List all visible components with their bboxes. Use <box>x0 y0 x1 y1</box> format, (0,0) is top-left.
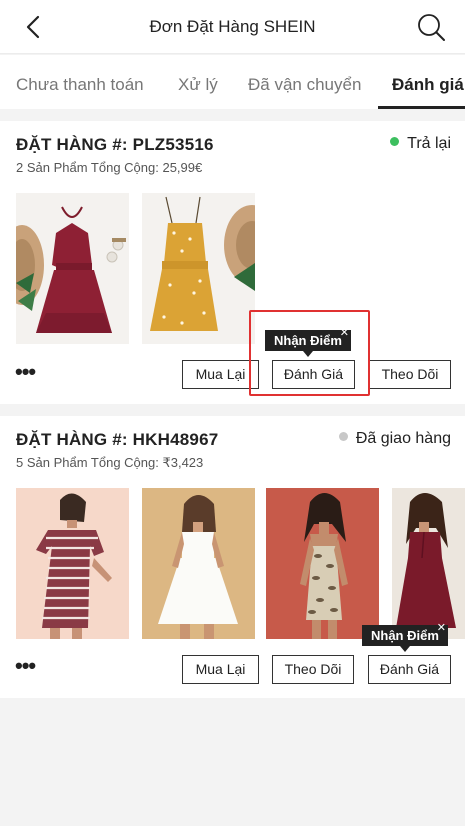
status-label: Đã giao hàng <box>355 430 451 447</box>
order-summary: 2 Sản Phẩm Tổng Cộng: 25,99€ <box>16 160 203 175</box>
rebuy-button[interactable]: Mua Lại <box>182 655 259 684</box>
order-status-tabs: Chưa thanh toán Xử lý Đã vận chuyển Đánh… <box>0 55 465 109</box>
page-title: Đơn Đặt Hàng SHEIN <box>149 17 316 36</box>
tab-processing[interactable]: Xử lý <box>178 75 218 95</box>
order-summary: 5 Sản Phẩm Tổng Cộng: ₹3,423 <box>16 455 204 470</box>
ellipsis-icon[interactable]: ••• <box>15 361 36 383</box>
order-card[interactable]: ĐẶT HÀNG #: HKH48967 5 Sản Phẩm Tổng Cộn… <box>0 416 465 698</box>
status-label: Trả lại <box>407 135 451 152</box>
product-image[interactable] <box>16 488 129 639</box>
product-image[interactable] <box>142 488 255 639</box>
tooltip-label: Nhận Điểm <box>371 628 439 643</box>
order-number: ĐẶT HÀNG #: HKH48967 <box>16 430 219 449</box>
order-number: ĐẶT HÀNG #: PLZ53516 <box>16 135 214 154</box>
tooltip-arrow <box>399 646 410 652</box>
order-card[interactable]: ĐẶT HÀNG #: PLZ53516 2 Sản Phẩm Tổng Cộn… <box>0 121 465 404</box>
track-button[interactable]: Theo Dõi <box>272 655 354 684</box>
status-dot <box>390 137 400 146</box>
product-image[interactable] <box>16 193 129 344</box>
earn-points-tooltip: Nhận Điểm ✕ <box>362 622 448 652</box>
ellipsis-icon[interactable]: ••• <box>15 655 36 677</box>
track-button[interactable]: Theo Dõi <box>369 360 451 389</box>
product-image[interactable] <box>142 193 255 344</box>
tab-review[interactable]: Đánh giá <box>392 75 464 95</box>
tab-shipped[interactable]: Đã vận chuyển <box>248 75 361 95</box>
product-image[interactable] <box>266 488 379 639</box>
close-icon[interactable]: ✕ <box>437 622 446 634</box>
status-dot <box>338 432 348 441</box>
app-header: Đơn Đặt Hàng SHEIN <box>0 0 465 54</box>
product-image[interactable] <box>392 488 465 639</box>
tab-unpaid[interactable]: Chưa thanh toán <box>16 75 144 95</box>
search-icon[interactable] <box>416 12 446 42</box>
highlight-box <box>249 310 370 396</box>
rebuy-button[interactable]: Mua Lại <box>182 360 259 389</box>
active-tab-indicator <box>378 106 465 109</box>
review-button[interactable]: Đánh Giá <box>368 655 451 684</box>
order-status: Trả lại <box>390 135 451 153</box>
order-status: Đã giao hàng <box>338 430 451 448</box>
